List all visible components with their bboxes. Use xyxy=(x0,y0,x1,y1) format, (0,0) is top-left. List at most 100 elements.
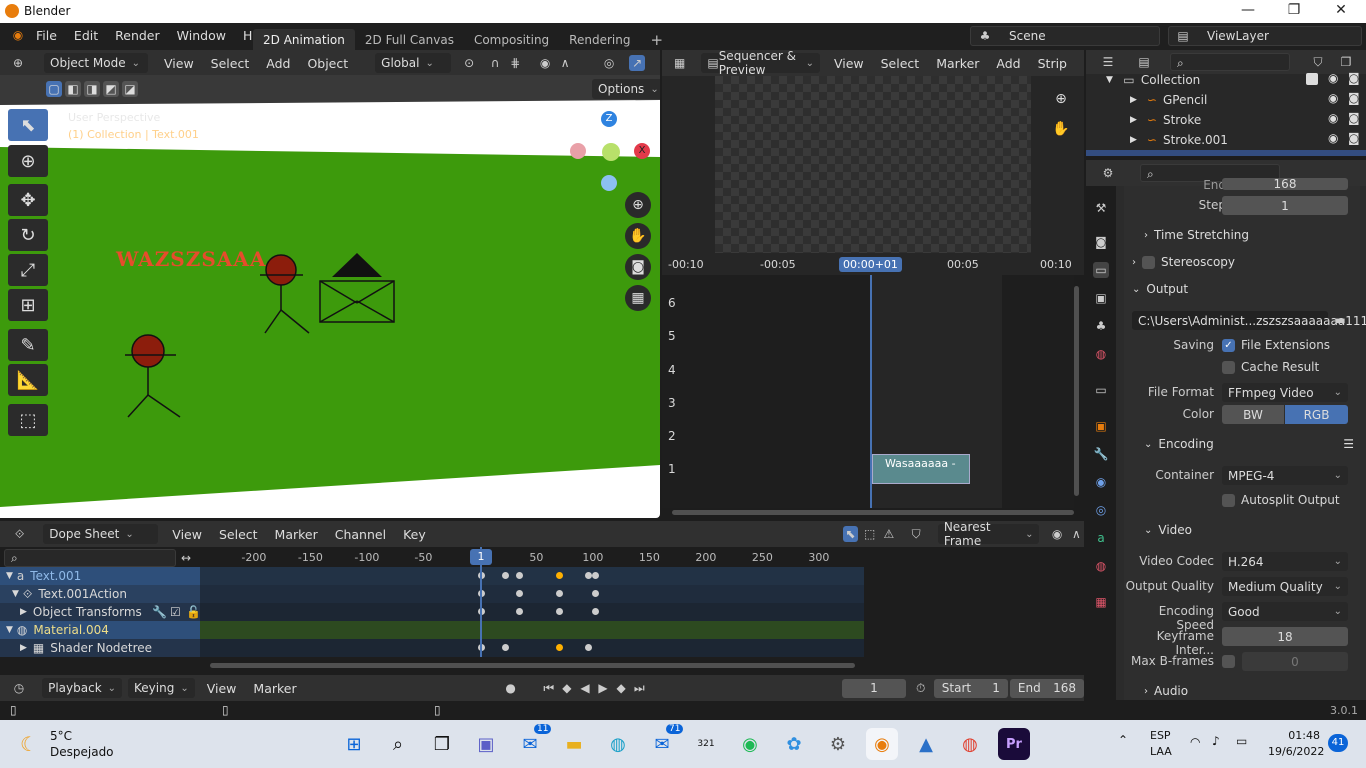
chrome-icon[interactable]: ◍ xyxy=(954,728,986,760)
stereoscopy-panel[interactable]: › Stereoscopy xyxy=(1132,250,1235,274)
blender-taskbar-icon[interactable]: ◉ xyxy=(866,728,898,760)
outliner-editor-icon[interactable]: ☰ xyxy=(1100,54,1116,70)
keyframe-area[interactable]: -200 -150 -100 -50 50 100 150 200 250 300 1 xyxy=(200,547,864,672)
collection-checkbox[interactable] xyxy=(1306,73,1318,85)
encoding-speed-dropdown[interactable]: Good xyxy=(1222,602,1348,621)
notification-badge[interactable]: 41 xyxy=(1328,734,1348,752)
folder-icon[interactable]: ▬ xyxy=(1332,312,1348,328)
gizmo-toggle-icon[interactable]: ↗ xyxy=(629,55,646,71)
snap-icon[interactable]: ∩ xyxy=(487,55,503,71)
properties-editor-icon[interactable]: ⚙ xyxy=(1100,165,1116,181)
pivot-icon[interactable]: ⊙ xyxy=(461,55,477,71)
outliner-item-stroke[interactable]: ▶ ∽ Stroke ◉ ◙ xyxy=(1130,110,1366,130)
clock-time[interactable]: 01:48 xyxy=(1276,729,1320,742)
sequencer-playhead[interactable] xyxy=(870,275,872,508)
sequencer-editor-type-icon[interactable]: ▦ xyxy=(674,55,685,71)
seq-menu-add[interactable]: Add xyxy=(996,56,1020,71)
scene-selector[interactable]: ♣ Scene xyxy=(970,26,1160,46)
menu-window[interactable]: Window xyxy=(177,28,226,43)
photos-icon[interactable]: ▲ xyxy=(910,728,942,760)
container-dropdown[interactable]: MPEG-4 xyxy=(1222,466,1348,485)
keyframe[interactable] xyxy=(555,590,563,597)
max-bframes-checkbox[interactable] xyxy=(1222,655,1235,668)
task-view-icon[interactable]: ❐ xyxy=(426,728,458,760)
physics-tab-icon[interactable]: ◎ xyxy=(1093,502,1109,518)
sequencer-editor[interactable]: ▦ ▤Sequencer & Preview View Select Marke… xyxy=(662,49,1084,518)
select-box-tool[interactable]: ⬉ xyxy=(8,109,48,141)
transform-tool[interactable]: ⊞ xyxy=(8,289,48,321)
text-object[interactable]: WAZSZSAAA xyxy=(116,247,266,271)
annotate-tool[interactable]: ✎ xyxy=(8,329,48,361)
keyboard-layout[interactable]: LAA xyxy=(1150,745,1172,758)
encoding-panel[interactable]: ⌄ Encoding ☰ xyxy=(1144,432,1354,456)
seq-menu-strip[interactable]: Strip xyxy=(1038,56,1067,71)
pan-hand-icon[interactable]: ✋ xyxy=(625,223,651,249)
keying-dropdown[interactable]: Keying xyxy=(128,678,195,698)
channel-action[interactable]: ▼ ⟐ Text.001Action xyxy=(0,585,200,603)
language-code[interactable]: ESP xyxy=(1150,729,1171,742)
output-panel[interactable]: ⌄ Output xyxy=(1132,277,1188,301)
file-format-dropdown[interactable]: FFmpeg Video xyxy=(1222,383,1348,402)
color-rgb-button[interactable]: RGB xyxy=(1285,405,1348,424)
only-errors-icon[interactable]: ⚠ xyxy=(881,526,896,542)
menu-render[interactable]: Render xyxy=(115,28,160,43)
mail-icon[interactable]: ✉ 71 xyxy=(646,724,684,760)
scale-tool[interactable]: ⤢ xyxy=(8,254,48,286)
snap-target-icon[interactable]: ⋕ xyxy=(507,55,523,71)
output-path-field[interactable]: C:\Users\Administ...zszszsaaaaaaa111 xyxy=(1132,311,1366,330)
audio-panel[interactable]: › Audio xyxy=(1144,679,1188,700)
camera-render-icon[interactable]: ◙ xyxy=(1348,111,1360,125)
ds-menu-channel[interactable]: Channel xyxy=(335,527,386,542)
channel-object-transforms[interactable]: ▶ Object Transforms 🔧 ☑ 🔓 xyxy=(0,603,201,621)
tab-2d-full-canvas[interactable]: 2D Full Canvas xyxy=(355,29,464,51)
outliner-search-input[interactable]: ⌕ xyxy=(1170,53,1290,71)
expand-arrow-icon[interactable]: ▶ xyxy=(1130,135,1137,145)
ds-menu-marker[interactable]: Marker xyxy=(275,527,318,542)
filter-icon[interactable]: ⛉ xyxy=(1310,54,1326,70)
current-frame-badge[interactable]: 1 xyxy=(470,549,492,565)
clock-date[interactable]: 19/6/2022 xyxy=(1268,745,1324,758)
paint-icon[interactable]: ✿ xyxy=(778,728,810,760)
edge-icon[interactable]: ◍ xyxy=(602,728,634,760)
keyframe-interval-field[interactable]: 18 xyxy=(1222,627,1348,646)
viewport-menu-select[interactable]: Select xyxy=(211,56,250,71)
dopesheet-mode-dropdown[interactable]: Dope Sheet xyxy=(43,524,159,544)
rotate-tool[interactable]: ↻ xyxy=(8,219,48,251)
channel-text-001[interactable]: ▼ a Text.001 xyxy=(0,567,200,585)
filter-icon[interactable]: ⛉ xyxy=(909,526,924,542)
new-collection-icon[interactable]: ❐ xyxy=(1338,54,1354,70)
scene-tab-icon[interactable]: ♣ xyxy=(1093,318,1109,334)
preview-area[interactable]: ⊕ ✋ xyxy=(662,76,1084,253)
camera-render-icon[interactable]: ◙ xyxy=(1348,71,1360,85)
ds-menu-key[interactable]: Key xyxy=(403,527,426,542)
move-tool[interactable]: ✥ xyxy=(8,184,48,216)
playback-dropdown[interactable]: Playback xyxy=(42,678,123,698)
select-invert-icon[interactable]: ◩ xyxy=(103,81,119,97)
channel-material-004[interactable]: ▼ ◍ Material.004 xyxy=(0,621,200,639)
add-cube-tool[interactable]: ⬚ xyxy=(8,404,48,436)
gizmo-x-axis[interactable]: X xyxy=(634,143,650,159)
calendar-icon[interactable]: 321 xyxy=(690,728,722,760)
gizmo-z-axis[interactable]: Z xyxy=(601,111,617,127)
object-mode-dropdown[interactable]: Object Mode xyxy=(44,53,148,73)
preview-zoom-icon[interactable]: ⊕ xyxy=(1048,86,1074,112)
eye-icon[interactable]: ◉ xyxy=(1328,91,1338,105)
eye-icon[interactable]: ◉ xyxy=(1328,131,1338,145)
tl-menu-marker[interactable]: Marker xyxy=(253,681,296,696)
outliner-collection-row[interactable]: ▼ ▭ Collection ◉ ◙ xyxy=(1106,70,1366,90)
expand-arrow-icon[interactable]: ▶ xyxy=(1130,95,1137,105)
viewport-menu-object[interactable]: Object xyxy=(307,56,348,71)
maximize-button[interactable]: ❐ xyxy=(1271,2,1317,18)
falloff-icon[interactable]: ∧ xyxy=(1069,526,1084,542)
spotify-icon[interactable]: ◉ xyxy=(734,728,766,760)
timeline-editor-icon[interactable]: ◷ xyxy=(12,680,26,696)
options-dropdown[interactable]: Options xyxy=(592,79,660,99)
premiere-icon[interactable]: Pr xyxy=(998,728,1030,760)
viewport-menu-add[interactable]: Add xyxy=(266,56,290,71)
eye-icon[interactable]: ◉ xyxy=(1328,71,1338,85)
display-mode-icon[interactable]: ▤ xyxy=(1136,54,1152,70)
viewport-menu-view[interactable]: View xyxy=(164,56,194,71)
start-icon[interactable]: ⊞ xyxy=(338,728,370,760)
dopesheet-editor-icon[interactable]: ⟐ xyxy=(12,526,27,542)
camera-icon[interactable]: ◙ xyxy=(625,254,651,280)
